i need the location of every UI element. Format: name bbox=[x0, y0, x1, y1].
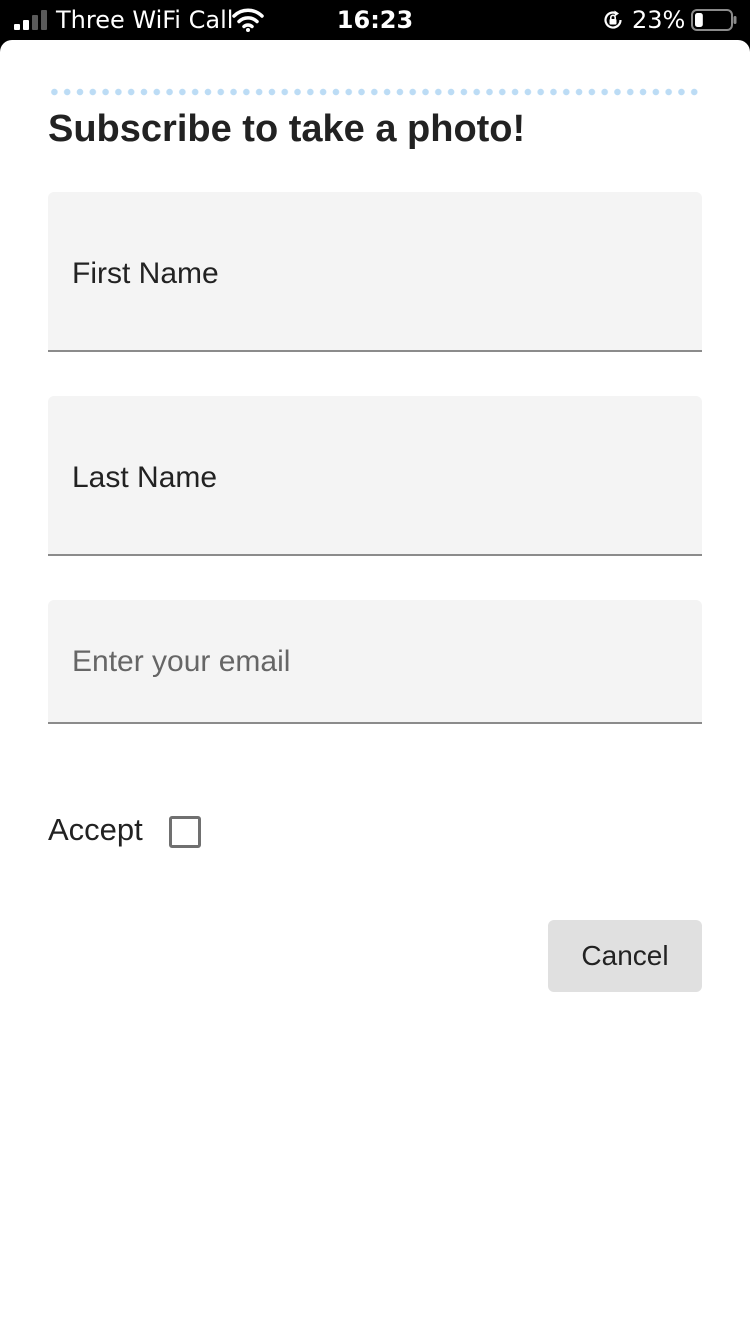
status-bar: Three WiFi Call 16:23 23% bbox=[0, 0, 750, 40]
last-name-input[interactable] bbox=[72, 458, 678, 498]
dotted-divider bbox=[48, 88, 702, 96]
signal-icon bbox=[14, 10, 47, 30]
form-title: Subscribe to take a photo! bbox=[48, 108, 526, 150]
battery-level-fill bbox=[695, 13, 703, 27]
clock: 16:23 bbox=[336, 6, 414, 34]
accept-label: Accept bbox=[48, 812, 143, 847]
last-name-field[interactable] bbox=[48, 396, 702, 556]
battery-percentage: 23% bbox=[632, 6, 686, 34]
battery-icon bbox=[691, 9, 737, 31]
first-name-input[interactable] bbox=[72, 254, 678, 294]
cancel-button[interactable]: Cancel bbox=[548, 920, 702, 992]
email-field[interactable] bbox=[48, 600, 702, 724]
accept-checkbox[interactable] bbox=[169, 816, 201, 848]
carrier-name: Three WiFi Call bbox=[56, 6, 234, 34]
subscribe-sheet: Subscribe to take a photo! Accept Cancel bbox=[0, 40, 750, 1334]
wifi-icon bbox=[232, 8, 264, 32]
rotation-lock-icon bbox=[604, 10, 622, 29]
email-input[interactable] bbox=[72, 642, 678, 682]
first-name-field[interactable] bbox=[48, 192, 702, 352]
